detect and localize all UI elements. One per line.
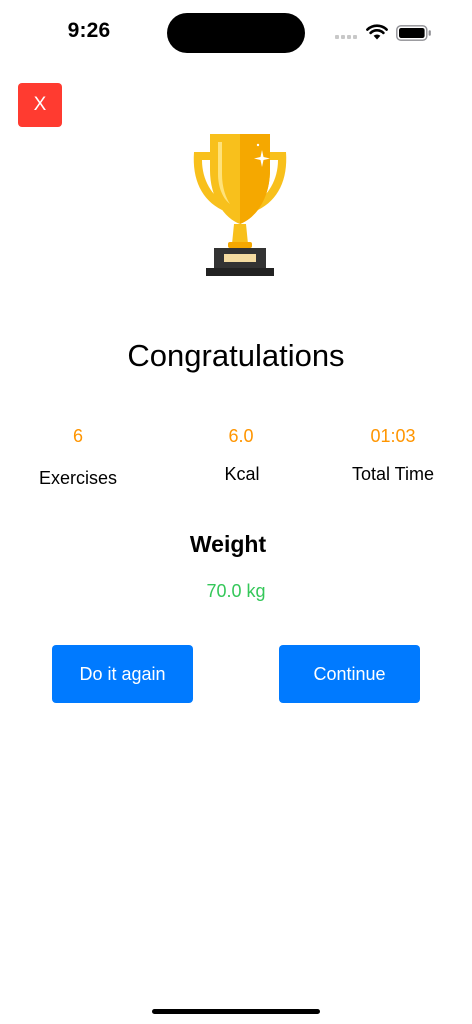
stat-kcal-value: 6.0: [228, 426, 254, 446]
wifi-icon: [366, 24, 388, 40]
stat-exercises-label: Exercises: [38, 468, 118, 488]
continue-button[interactable]: Continue: [279, 645, 420, 703]
weight-value: 70.0 kg: [206, 581, 266, 601]
battery-icon: [396, 25, 431, 41]
status-time: 9:26: [67, 19, 111, 42]
stat-total-time-value: 01:03: [370, 426, 416, 446]
home-indicator: [152, 1009, 320, 1014]
stat-total-time-label: Total Time: [351, 464, 435, 484]
do-it-again-button[interactable]: Do it again: [52, 645, 193, 703]
close-button[interactable]: X: [18, 83, 62, 127]
trophy-icon: [193, 134, 287, 276]
page-title: Congratulations: [127, 338, 345, 373]
weight-title: Weight: [189, 531, 267, 557]
dynamic-island: [167, 13, 305, 53]
status-bar: 9:26: [0, 0, 472, 60]
cellular-signal-icon: [335, 35, 359, 40]
stat-exercises-value: 6: [72, 426, 83, 446]
stat-kcal-label: Kcal: [224, 464, 260, 484]
